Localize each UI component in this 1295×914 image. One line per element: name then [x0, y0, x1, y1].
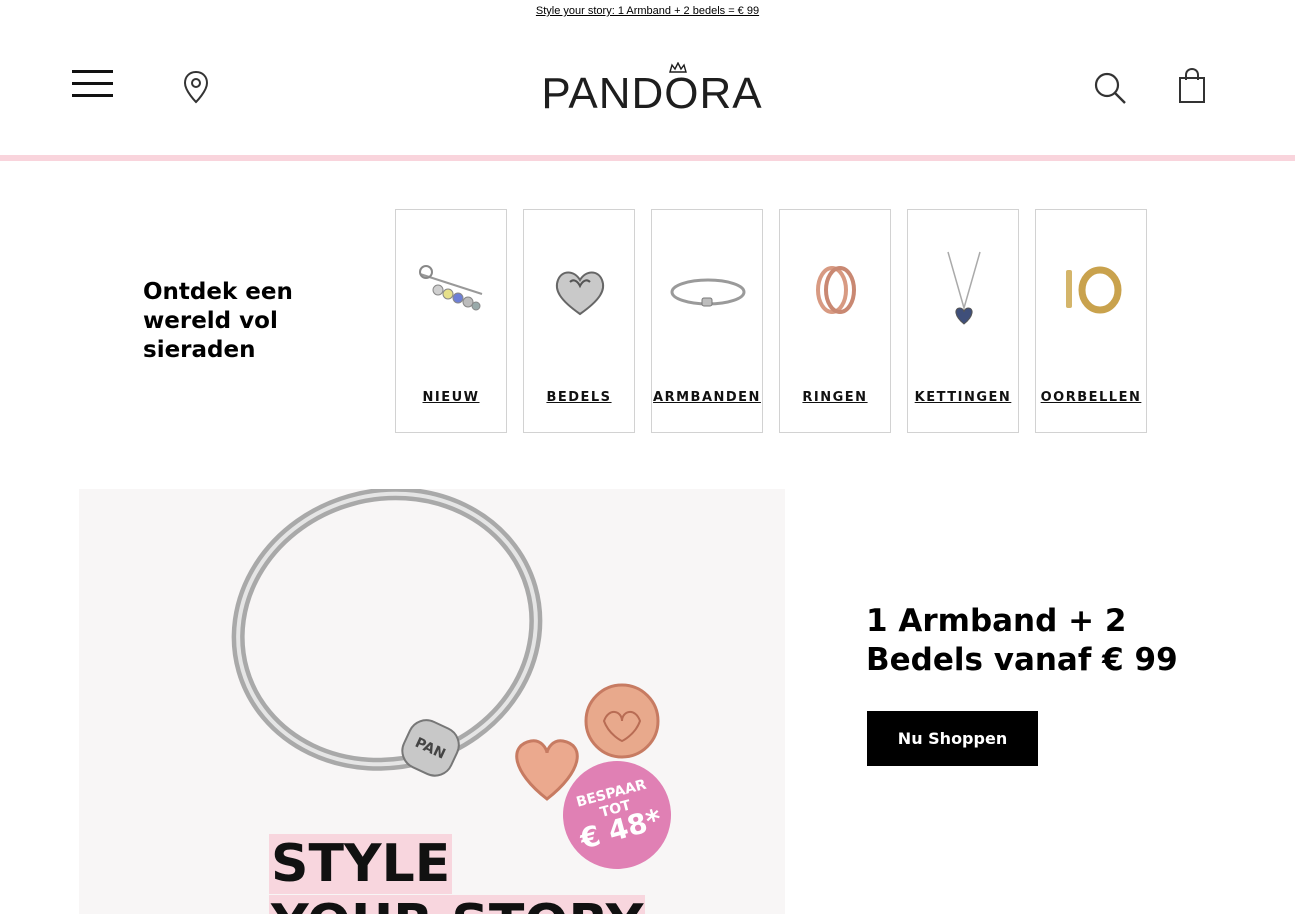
hero-banner[interactable]: PAN BESPAAR TOT € 48* STYLE YOUR STORY [79, 489, 785, 914]
bracelet-icon [670, 278, 746, 307]
hero-title-line2: YOUR STORY [269, 895, 646, 914]
necklace-icon [947, 251, 981, 325]
logo-text: PANDORA [541, 69, 763, 118]
category-label[interactable]: KETTINGEN [908, 390, 1018, 405]
location-pin-icon[interactable] [182, 70, 210, 104]
hero-title: STYLE YOUR STORY [269, 834, 646, 914]
category-label[interactable]: RINGEN [780, 390, 890, 405]
earring-icon [1066, 266, 1122, 314]
category-label[interactable]: BEDELS [524, 390, 634, 405]
ring-icon [816, 266, 856, 314]
category-label[interactable]: OORBELLEN [1036, 390, 1146, 405]
category-label[interactable]: NIEUW [396, 390, 506, 405]
category-card-kettingen[interactable]: KETTINGEN [907, 209, 1019, 433]
header-divider [0, 155, 1295, 161]
category-card-bedels[interactable]: BEDELS [523, 209, 635, 433]
promo-link[interactable]: Style your story: 1 Armband + 2 bedels =… [536, 5, 759, 17]
category-grid: NIEUW BEDELS ARMBANDEN RINGEN KETTINGEN [395, 209, 1155, 433]
hero-title-line1: STYLE [269, 834, 453, 894]
offer-heading: 1 Armband + 2 Bedels vanaf € 99 [866, 603, 1178, 678]
category-card-oorbellen[interactable]: OORBELLEN [1035, 209, 1147, 433]
pandora-logo[interactable]: PANDORA [530, 60, 774, 118]
heart-charm-icon [555, 271, 605, 316]
category-card-ringen[interactable]: RINGEN [779, 209, 891, 433]
site-header: PANDORA [0, 24, 1295, 156]
shopping-bag-icon[interactable] [1176, 67, 1208, 104]
shop-now-button[interactable]: Nu Shoppen [867, 711, 1038, 766]
category-card-armbanden[interactable]: ARMBANDEN [651, 209, 763, 433]
promo-bar: Style your story: 1 Armband + 2 bedels =… [0, 0, 1295, 24]
menu-icon[interactable] [72, 70, 114, 100]
category-card-nieuw[interactable]: NIEUW [395, 209, 507, 433]
category-label[interactable]: ARMBANDEN [652, 390, 762, 405]
intro-heading: Ontdek een wereld vol sieraden [143, 279, 293, 363]
search-icon[interactable] [1092, 70, 1128, 106]
charm-pin-icon [419, 265, 483, 311]
